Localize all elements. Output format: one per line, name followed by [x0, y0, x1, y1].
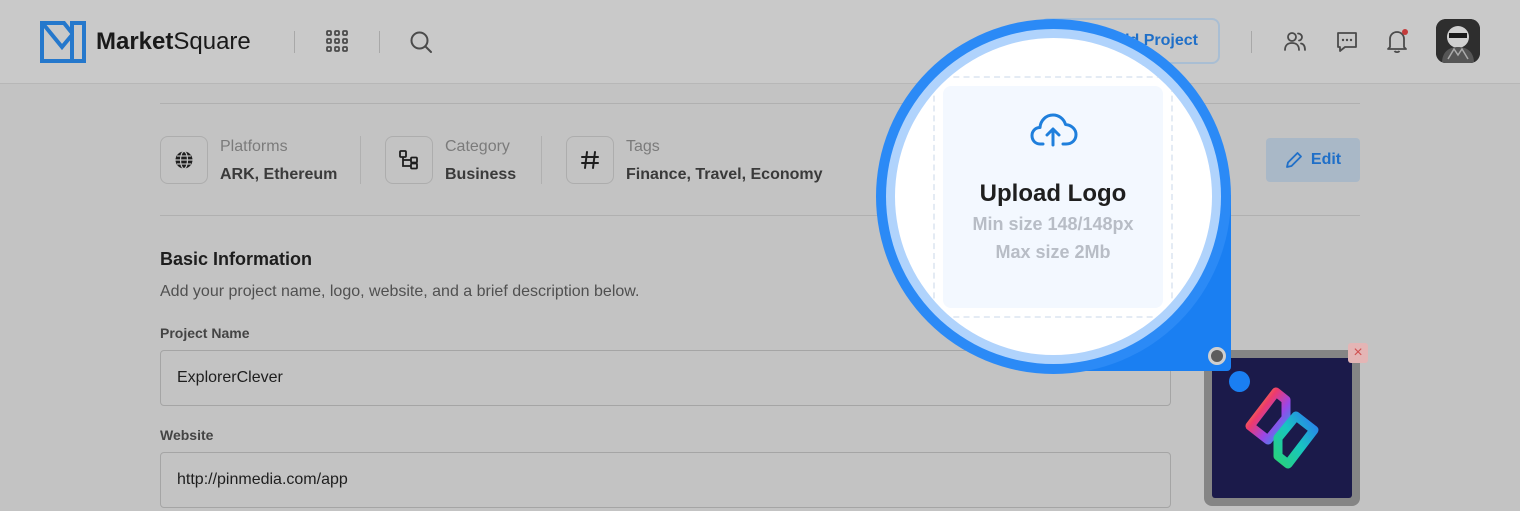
cloud-upload-icon: [1030, 113, 1078, 147]
edit-label: Edit: [1310, 151, 1342, 168]
brand-name-bold: Market: [96, 28, 174, 55]
category-value: Business: [445, 166, 517, 183]
category-icon-box: [385, 136, 433, 184]
section-description: Add your project name, logo, website, an…: [160, 283, 640, 300]
project-name-label: Project Name: [160, 325, 250, 341]
website-label: Website: [160, 427, 214, 443]
hash-icon: [581, 151, 599, 169]
section-title: Basic Information: [160, 249, 313, 269]
pencil-icon: [1285, 152, 1302, 168]
header-separator: [294, 31, 295, 53]
upload-logo-box[interactable]: Upload Logo Min size 148/148px Max size …: [943, 86, 1163, 308]
user-avatar[interactable]: [1436, 19, 1480, 63]
remove-logo-button[interactable]: ×: [1348, 343, 1368, 363]
notification-dot: [1402, 29, 1408, 35]
globe-icon: [175, 150, 193, 170]
project-logo-icon: [1245, 387, 1319, 469]
category-icon: [399, 150, 418, 170]
meta-separator: [541, 136, 542, 184]
pointer-dot-accent: [1229, 371, 1250, 392]
platforms-value: ARK, Ethereum: [220, 166, 338, 183]
users-icon[interactable]: [1283, 30, 1307, 52]
bell-icon[interactable]: [1385, 28, 1409, 54]
magnifier-lens: Upload Logo Min size 148/148px Max size …: [895, 38, 1212, 355]
avatar-image-icon: [1436, 19, 1480, 63]
brand-name-light: Square: [173, 28, 251, 55]
upload-max-size: Max size 2Mb: [995, 242, 1111, 262]
project-name-value: ExplorerClever: [177, 369, 283, 386]
upload-logo-title: Upload Logo: [979, 180, 1127, 207]
header-separator: [1251, 31, 1252, 53]
grid-icon[interactable]: [326, 30, 348, 52]
category-label: Category: [445, 138, 510, 155]
header-separator: [379, 31, 380, 53]
marketsquare-logo-icon[interactable]: [40, 19, 86, 63]
tags-value: Finance, Travel, Economy: [626, 166, 823, 183]
upload-min-size: Min size 148/148px: [972, 214, 1134, 234]
chat-icon[interactable]: [1335, 30, 1359, 54]
close-icon: ×: [1353, 344, 1363, 361]
logo-preview[interactable]: [1204, 350, 1360, 506]
brand-name[interactable]: MarketSquare: [96, 27, 251, 57]
pointer-dot: [1208, 347, 1226, 365]
website-input[interactable]: http://pinmedia.com/app: [160, 452, 1171, 508]
search-icon[interactable]: [409, 30, 433, 54]
website-value: http://pinmedia.com/app: [177, 471, 348, 488]
meta-separator: [360, 136, 361, 184]
platforms-icon-box: [160, 136, 208, 184]
top-navbar: MarketSquare Add Project: [0, 0, 1520, 84]
edit-button[interactable]: Edit: [1266, 138, 1360, 182]
tags-label: Tags: [626, 138, 660, 155]
tags-icon-box: [566, 136, 614, 184]
upload-logo-dropzone[interactable]: Upload Logo Min size 148/148px Max size …: [933, 76, 1173, 318]
platforms-label: Platforms: [220, 138, 288, 155]
